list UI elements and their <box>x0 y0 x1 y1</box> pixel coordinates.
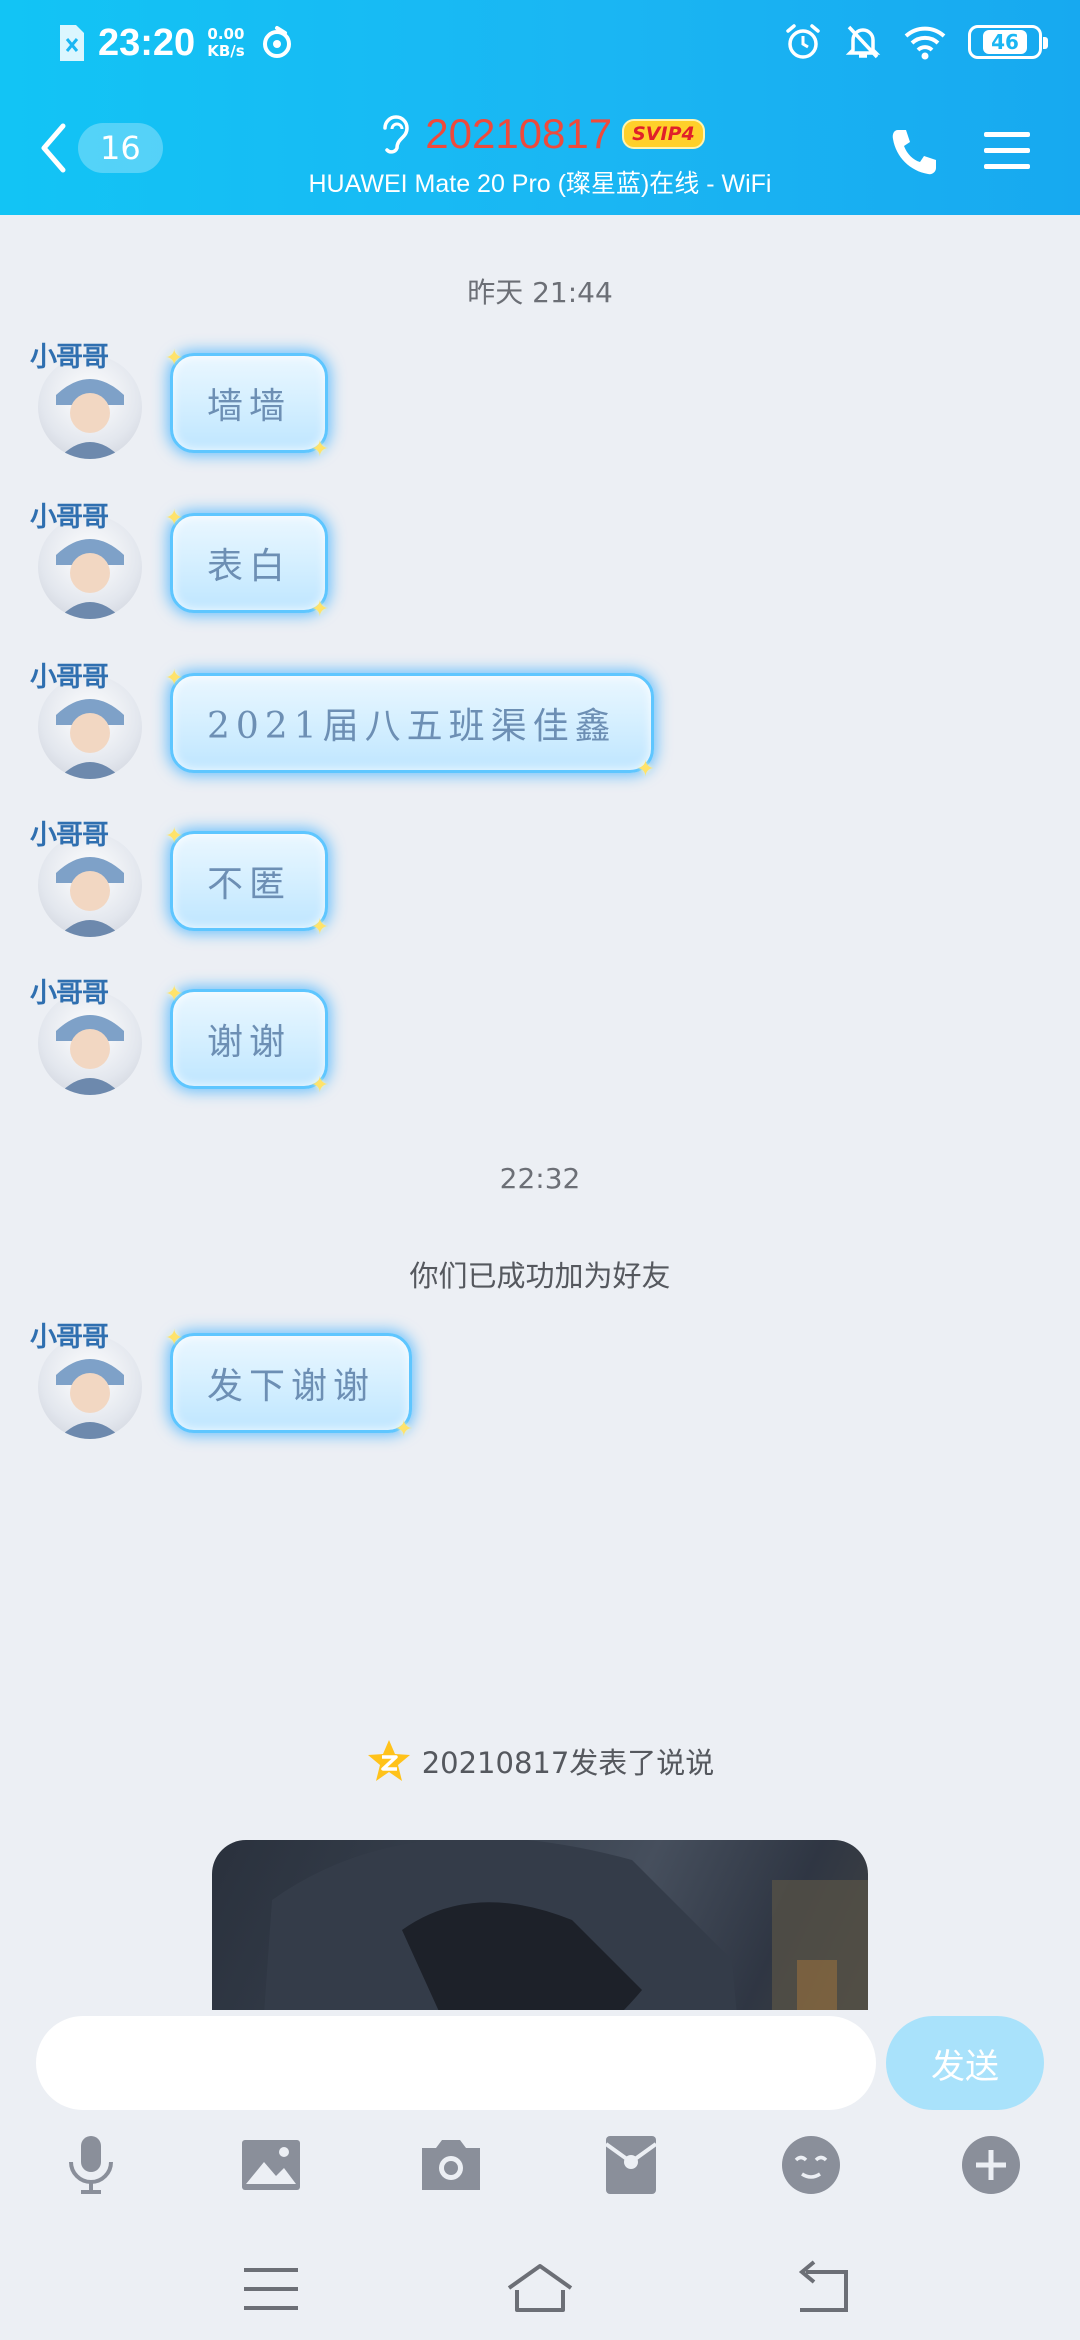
message-row: 小哥哥 ✦ 发下谢谢 ✦ <box>30 1315 1030 1445</box>
chat-messages[interactable]: 昨天 21:44 小哥哥 ✦ 墙墙 ✦ 小哥哥 ✦ 表白 ✦ 小哥哥 ✦ 202… <box>0 215 1080 2010</box>
red-packet-icon[interactable] <box>596 2130 666 2200</box>
message-bubble[interactable]: ✦ 2021届八五班渠佳鑫 ✦ <box>165 666 655 782</box>
chevron-left-icon <box>41 123 66 173</box>
home-icon[interactable] <box>505 2254 575 2324</box>
chat-header: 23:20 0.00 KB/s 46 16 20210817 SVIP4 HUA… <box>0 0 1080 215</box>
avatar[interactable]: 小哥哥 <box>30 335 158 463</box>
message-bubble[interactable]: ✦ 表白 ✦ <box>165 506 329 622</box>
status-bar: 23:20 0.00 KB/s 46 <box>0 0 1080 85</box>
message-row: 小哥哥 ✦ 表白 ✦ <box>30 495 1030 625</box>
avatar[interactable]: 小哥哥 <box>30 971 158 1099</box>
message-row: 小哥哥 ✦ 不匿 ✦ <box>30 813 1030 943</box>
message-row: 小哥哥 ✦ 2021届八五班渠佳鑫 ✦ <box>30 655 1030 785</box>
composer: 发送 <box>0 2010 1080 2340</box>
message-bubble[interactable]: ✦ 墙墙 ✦ <box>165 346 329 462</box>
battery-indicator: 46 <box>968 25 1048 59</box>
mute-notification-icon <box>845 25 881 59</box>
sync-icon <box>262 26 291 58</box>
image-icon[interactable] <box>236 2130 306 2200</box>
message-input[interactable] <box>36 2016 876 2110</box>
message-bubble[interactable]: ✦ 谢谢 ✦ <box>165 982 329 1098</box>
network-speed: 0.00 KB/s <box>207 25 245 60</box>
back-button[interactable]: 16 <box>38 122 163 174</box>
composer-toolbar <box>0 2130 1080 2210</box>
vip-badge: SVIP4 <box>622 119 705 149</box>
menu-icon[interactable] <box>982 126 1032 176</box>
plus-icon[interactable] <box>956 2130 1026 2200</box>
nav-bar: 16 20210817 SVIP4 HUAWEI Mate 20 Pro (璨星… <box>0 100 1080 210</box>
post-image <box>212 1840 868 2010</box>
alarm-icon <box>786 24 820 59</box>
avatar[interactable]: 小哥哥 <box>30 1315 158 1443</box>
timestamp: 22:32 <box>499 1162 581 1195</box>
ear-icon <box>383 115 410 154</box>
phone-call-icon[interactable] <box>886 124 942 180</box>
microphone-icon[interactable] <box>56 2130 126 2200</box>
emoji-icon[interactable] <box>776 2130 846 2200</box>
message-bubble[interactable]: ✦ 不匿 ✦ <box>165 824 329 940</box>
no-sim-icon <box>56 23 86 63</box>
avatar[interactable]: 小哥哥 <box>30 655 158 783</box>
system-notice: 你们已成功加为好友 <box>409 1259 671 1293</box>
back-icon[interactable] <box>786 2254 856 2324</box>
timestamp: 昨天 21:44 <box>467 276 613 309</box>
avatar[interactable]: 小哥哥 <box>30 813 158 941</box>
page-title: 20210817 <box>425 110 613 157</box>
online-status: HUAWEI Mate 20 Pro (璨星蓝)在线 - WiFi <box>308 170 772 198</box>
message-bubble[interactable]: ✦ 发下谢谢 ✦ <box>165 1326 413 1442</box>
unread-count-badge: 16 <box>78 123 163 173</box>
qzone-notice[interactable]: 20210817发表了说说 <box>0 1738 1080 1784</box>
camera-icon[interactable] <box>416 2130 486 2200</box>
send-button[interactable]: 发送 <box>886 2016 1044 2110</box>
message-row: 小哥哥 ✦ 墙墙 ✦ <box>30 335 1030 465</box>
qzone-star-icon <box>367 1740 410 1781</box>
message-row: 小哥哥 ✦ 谢谢 ✦ <box>30 971 1030 1101</box>
chat-title-area[interactable]: 20210817 SVIP4 HUAWEI Mate 20 Pro (璨星蓝)在… <box>200 110 880 200</box>
wifi-icon <box>904 26 946 60</box>
clock: 23:20 <box>98 21 196 64</box>
menu-icon[interactable] <box>236 2254 306 2324</box>
system-navigation-bar <box>0 2240 1080 2340</box>
shared-post-card[interactable] <box>212 1840 868 2010</box>
avatar[interactable]: 小哥哥 <box>30 495 158 623</box>
